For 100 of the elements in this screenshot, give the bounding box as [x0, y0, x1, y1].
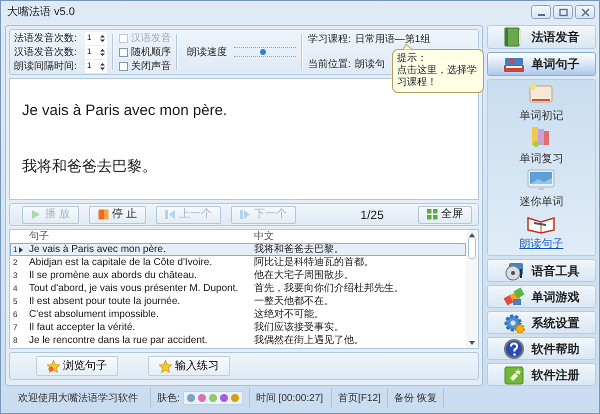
- gear-icon: [503, 312, 526, 332]
- backup-link[interactable]: 备份: [394, 390, 414, 406]
- color-swatch[interactable]: [186, 394, 195, 402]
- row-pointer-icon: [19, 246, 24, 252]
- table-row[interactable]: 1 Je vais à Paris avec mon père. 我将和爸爸去巴黎。: [10, 243, 466, 256]
- spin-arrows-icon: [100, 62, 105, 70]
- row-number: 8: [13, 334, 18, 346]
- module-button[interactable]: 单词句子: [486, 52, 596, 76]
- checkbox[interactable]: [119, 62, 128, 70]
- row-number: 3: [13, 270, 18, 282]
- slider-thumb[interactable]: [260, 49, 266, 55]
- grid-icon: [426, 209, 438, 220]
- sidebar-item[interactable]: 迷你单词: [519, 168, 564, 210]
- number-spinner[interactable]: 1: [85, 60, 107, 72]
- module-button[interactable]: 系统设置: [486, 311, 596, 334]
- table-row[interactable]: 4 Tout d'abord, je vais vous présenter M. Dupont. 首先，我要向你们介绍杜邦先生。: [10, 282, 466, 295]
- restore-link[interactable]: 恢复: [416, 390, 437, 406]
- table-row[interactable]: 5 Il est absent pour toute la journée. 一整天他都不在。: [10, 295, 466, 308]
- table-cell-text: Je vais à Paris avec mon père.: [28, 244, 167, 256]
- action-button[interactable]: 浏览句子: [36, 356, 118, 376]
- spin-arrows-icon: [100, 34, 105, 42]
- number-spinner[interactable]: 1: [85, 32, 107, 44]
- table-cell-text: Tout d'abord, je vais vous présenter M. Dupont.: [28, 282, 240, 294]
- course-label: 学习课程:: [308, 33, 351, 47]
- page-counter: 1/25: [360, 206, 384, 224]
- tooltip-title: 提示：: [397, 53, 428, 64]
- table-cell-text: 他在大宅子周围散步。: [253, 270, 355, 282]
- module-button[interactable]: 软件注册: [486, 363, 596, 386]
- scroll-thumb[interactable]: [468, 237, 476, 259]
- window-title: 大嘴法语 v5.0: [7, 4, 75, 20]
- table-row[interactable]: 8 Je le rencontre dans la rue par accident. 我偶然在街上遇见了他。: [10, 334, 466, 347]
- module-button[interactable]: 单词游戏: [486, 285, 596, 308]
- course-link[interactable]: 日常用语—第1组: [354, 32, 430, 47]
- row-number: 7: [13, 322, 18, 334]
- module-button[interactable]: 法语发音: [486, 25, 596, 49]
- home-link[interactable]: 首页[F12]: [338, 390, 381, 406]
- action-button[interactable]: 输入练习: [148, 356, 230, 376]
- close-button[interactable]: [575, 5, 595, 19]
- fullscreen-button[interactable]: 全屏: [418, 206, 472, 224]
- disc-icon: [503, 260, 526, 280]
- spin-arrows-icon: [100, 48, 105, 56]
- status-text: 欢迎使用大嘴法语学习软件: [18, 392, 138, 406]
- stop-icon: [98, 209, 110, 220]
- checkbox-label: 随机顺序: [131, 46, 171, 60]
- table-cell-text: Je le rencontre dans la rue par accident.: [28, 334, 208, 346]
- play-icon: [31, 209, 42, 220]
- sidebar-item[interactable]: 单词初记: [519, 82, 564, 125]
- spinner-label: 朗读间隔时间:: [14, 60, 78, 74]
- speed-slider[interactable]: [234, 44, 296, 60]
- position-label: 当前位置:: [308, 58, 351, 72]
- sidebar-item[interactable]: 朗读句子: [519, 210, 564, 253]
- minimize-button[interactable]: [531, 5, 551, 19]
- timer-text: 时间 [00:00:27]: [256, 392, 324, 406]
- maximize-icon: [558, 8, 568, 16]
- table-cell-text: 一整天他都不在。: [253, 296, 335, 308]
- module-button[interactable]: 语音工具: [486, 259, 596, 282]
- spinner-value: 1: [87, 32, 92, 44]
- table-cell-text: 我将和爸爸去巴黎。: [253, 244, 345, 256]
- stop-button[interactable]: 停 止: [89, 206, 146, 224]
- next-icon: [240, 209, 252, 220]
- checkbox-label: 关闭声音: [131, 60, 171, 74]
- speed-label: 朗读速度: [187, 46, 227, 60]
- color-swatch[interactable]: [220, 394, 228, 402]
- chinese-sentence: 我将和爸爸去巴黎。: [22, 156, 158, 177]
- table-cell-text: Abidjan est la capitale de la Côte d'Ivoire.: [28, 256, 214, 268]
- table-cell-text: 我们应该接受事实。: [253, 322, 345, 334]
- table-cell-text: Il faut accepter la vérité.: [28, 322, 136, 334]
- table-cell-text: 这绝对不可能。: [253, 308, 325, 320]
- row-number: 6: [13, 308, 18, 320]
- column-header[interactable]: 中文: [253, 230, 466, 242]
- star-icon: [159, 360, 172, 372]
- row-number: 2: [13, 256, 18, 268]
- table-row[interactable]: 3 Il se promène aux abords du château. 他在大宅子周围散步。: [10, 269, 466, 282]
- row-number: 5: [13, 296, 18, 308]
- french-sentence: Je vais à Paris avec mon père.: [22, 100, 228, 121]
- maximize-button[interactable]: [553, 5, 573, 19]
- position-value: 朗读句: [354, 58, 385, 72]
- minimize-icon: [538, 14, 544, 16]
- color-swatch[interactable]: [208, 394, 217, 402]
- skin-label: 肤色:: [157, 392, 180, 406]
- table-row[interactable]: 6 C'est absolument impossible. 这绝对不可能。: [10, 308, 466, 321]
- number-spinner[interactable]: 1: [85, 46, 107, 58]
- blocks-icon: [503, 286, 526, 306]
- scroll-down-icon[interactable]: [468, 341, 475, 345]
- scrollbar[interactable]: [466, 230, 478, 348]
- table-cell-text: Il se promène aux abords du château.: [28, 270, 198, 282]
- color-swatch[interactable]: [198, 394, 206, 402]
- table-row[interactable]: 2 Abidjan est la capitale de la Côte d'Ivoire. 阿比让是科特迪瓦的首都。: [10, 256, 466, 269]
- column-header[interactable]: 句子: [27, 230, 253, 242]
- checkbox[interactable]: [119, 48, 128, 56]
- table-cell-text: 我偶然在街上遇见了他。: [253, 334, 365, 346]
- module-button[interactable]: 软件帮助: [486, 337, 596, 360]
- previous-icon: [165, 209, 176, 220]
- table-cell-text: 阿比让是科特迪瓦的首都。: [253, 256, 375, 268]
- color-swatch[interactable]: [230, 394, 239, 402]
- table-row[interactable]: 7 Il faut accepter la vérité. 我们应该接受事实。: [10, 321, 466, 334]
- row-number: 1: [13, 244, 18, 256]
- row-number: 4: [13, 282, 18, 294]
- sidebar-item[interactable]: 单词复习: [519, 124, 564, 168]
- table-cell-text: C'est absolument impossible.: [28, 308, 160, 320]
